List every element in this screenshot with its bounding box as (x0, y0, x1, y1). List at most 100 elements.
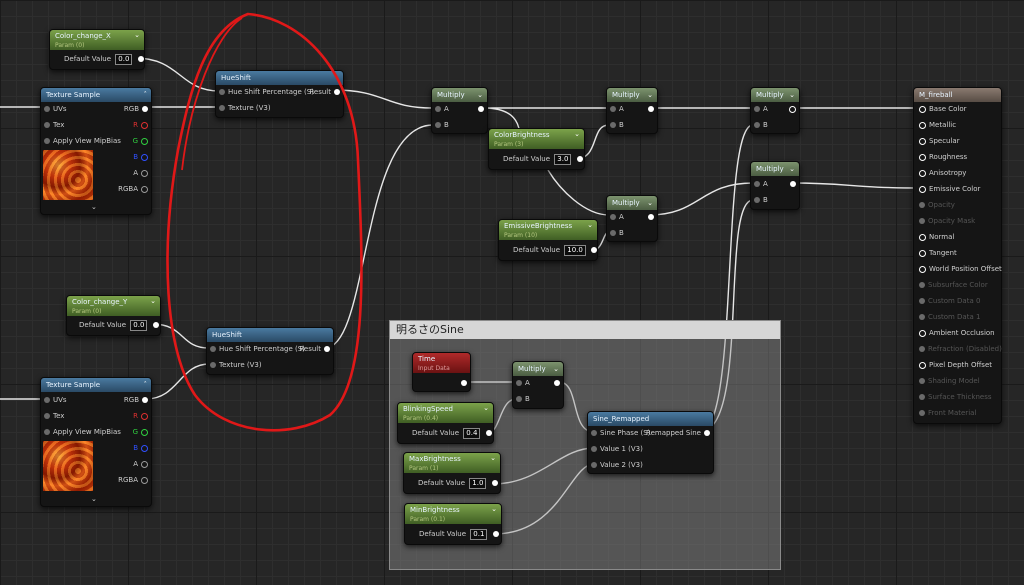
input-pin-icon[interactable] (919, 378, 925, 384)
input-pin-icon[interactable] (44, 413, 50, 419)
chevron-down-icon[interactable]: ⌄ (491, 505, 497, 514)
output-pin-icon[interactable] (461, 380, 467, 386)
input-pin-icon[interactable] (919, 249, 926, 257)
input-pin-icon[interactable] (219, 105, 225, 111)
input-pin-icon[interactable] (754, 197, 760, 203)
input-pin-icon[interactable] (919, 329, 926, 337)
input-pin-icon[interactable] (919, 185, 926, 193)
param-node-emissivebrightness[interactable]: EmissiveBrightness Param (10) ⌄ Default … (498, 219, 598, 261)
multiply-node[interactable]: Multiply ⌄ A B (750, 161, 800, 210)
hueshift-node[interactable]: HueShift Hue Shift Percentage (S) Textur… (206, 327, 334, 375)
input-pin-icon[interactable] (919, 265, 926, 273)
output-pin-icon[interactable] (141, 460, 148, 468)
output-pin-icon[interactable] (491, 480, 498, 486)
param-node-minbrightness[interactable]: MinBrightness Param (0.1) ⌄ Default Valu… (404, 503, 502, 545)
default-value-field[interactable]: 1.0 (469, 478, 487, 489)
chevron-down-icon[interactable]: ⌄ (134, 31, 140, 40)
sine-remapped-node[interactable]: Sine_Remapped Sine Phase (S) Value 1 (V3… (587, 411, 714, 474)
input-pin-icon[interactable] (610, 214, 616, 220)
chevron-down-icon[interactable]: ⌄ (477, 89, 483, 101)
chevron-down-icon[interactable]: ⌄ (647, 89, 653, 101)
default-value-field[interactable]: 10.0 (564, 245, 586, 256)
input-pin-icon[interactable] (435, 122, 441, 128)
hueshift-node[interactable]: HueShift Hue Shift Percentage (S) Textur… (215, 70, 344, 118)
output-pin-icon[interactable] (554, 380, 560, 386)
output-pin-icon[interactable] (142, 106, 148, 112)
default-value-field[interactable]: 3.0 (554, 154, 572, 165)
input-pin-icon[interactable] (219, 89, 225, 95)
output-pin-icon[interactable] (334, 89, 340, 95)
input-pin-icon[interactable] (44, 106, 50, 112)
output-pin-icon[interactable] (141, 412, 148, 420)
output-pin-icon[interactable] (141, 153, 148, 161)
chevron-up-icon[interactable]: ˆ (144, 379, 148, 391)
default-value-field[interactable]: 0.1 (470, 529, 488, 540)
input-pin-icon[interactable] (919, 218, 925, 224)
input-pin-icon[interactable] (516, 380, 522, 386)
time-node[interactable]: Time Input Data (412, 352, 471, 392)
output-pin-icon[interactable] (485, 430, 492, 436)
input-pin-icon[interactable] (919, 346, 925, 352)
input-pin-icon[interactable] (919, 410, 925, 416)
input-pin-icon[interactable] (919, 121, 926, 129)
chevron-down-icon[interactable]: ⌄ (483, 404, 489, 413)
input-pin-icon[interactable] (919, 137, 926, 145)
input-pin-icon[interactable] (610, 106, 616, 112)
input-pin-icon[interactable] (591, 446, 597, 452)
input-pin-icon[interactable] (919, 314, 925, 320)
input-pin-icon[interactable] (919, 361, 926, 369)
chevron-down-icon[interactable]: ⌄ (587, 221, 593, 230)
output-pin-icon[interactable] (141, 476, 148, 484)
input-pin-icon[interactable] (44, 397, 50, 403)
input-pin-icon[interactable] (919, 202, 925, 208)
output-pin-icon[interactable] (141, 169, 148, 177)
multiply-node[interactable]: Multiply ⌄ A B (512, 361, 564, 409)
default-value-field[interactable]: 0.0 (115, 54, 133, 65)
input-pin-icon[interactable] (44, 138, 50, 144)
default-value-field[interactable]: 0.0 (130, 320, 148, 331)
texture-sample-node[interactable]: Texture Sample ˆ UVs Tex Apply View MipB… (40, 87, 152, 215)
output-pin-icon[interactable] (141, 444, 148, 452)
input-pin-icon[interactable] (591, 462, 597, 468)
param-node-colorbrightness[interactable]: ColorBrightness Param (3) ⌄ Default Valu… (488, 128, 585, 170)
chevron-down-icon[interactable]: ⌄ (553, 363, 559, 375)
texture-sample-node[interactable]: Texture Sample ˆ UVs Tex Apply View MipB… (40, 377, 152, 507)
output-pin-icon[interactable] (492, 531, 499, 537)
input-pin-icon[interactable] (210, 362, 216, 368)
multiply-node[interactable]: Multiply ⌄ A B (606, 195, 658, 242)
output-pin-icon[interactable] (648, 106, 654, 112)
output-pin-icon[interactable] (141, 185, 148, 193)
chevron-down-icon[interactable]: ⌄ (91, 494, 97, 504)
input-pin-icon[interactable] (919, 298, 925, 304)
input-pin-icon[interactable] (610, 230, 616, 236)
material-output-node[interactable]: M_fireball Base Color Metallic Specular Rou… (913, 87, 1002, 424)
input-pin-icon[interactable] (210, 346, 216, 352)
input-pin-icon[interactable] (919, 282, 925, 288)
output-pin-icon[interactable] (789, 105, 796, 113)
output-pin-icon[interactable] (137, 56, 144, 62)
input-pin-icon[interactable] (754, 106, 760, 112)
input-pin-icon[interactable] (516, 396, 522, 402)
input-pin-icon[interactable] (754, 181, 760, 187)
input-pin-icon[interactable] (591, 430, 597, 436)
output-pin-icon[interactable] (576, 156, 583, 162)
input-pin-icon[interactable] (44, 429, 50, 435)
chevron-down-icon[interactable]: ⌄ (150, 297, 156, 306)
default-value-field[interactable]: 0.4 (463, 428, 481, 439)
output-pin-icon[interactable] (591, 247, 598, 253)
output-pin-icon[interactable] (324, 346, 330, 352)
chevron-down-icon[interactable]: ⌄ (574, 130, 580, 139)
param-node-maxbrightness[interactable]: MaxBrightness Param (1) ⌄ Default Value … (403, 452, 501, 494)
output-pin-icon[interactable] (790, 181, 796, 187)
input-pin-icon[interactable] (919, 394, 925, 400)
chevron-down-icon[interactable]: ⌄ (647, 197, 653, 209)
multiply-node[interactable]: Multiply ⌄ A B (750, 87, 800, 134)
input-pin-icon[interactable] (435, 106, 441, 112)
input-pin-icon[interactable] (919, 153, 926, 161)
chevron-down-icon[interactable]: ⌄ (789, 163, 795, 175)
output-pin-icon[interactable] (152, 322, 159, 328)
output-pin-icon[interactable] (478, 106, 484, 112)
multiply-node[interactable]: Multiply ⌄ A B (431, 87, 488, 134)
input-pin-icon[interactable] (919, 169, 926, 177)
output-pin-icon[interactable] (141, 137, 148, 145)
